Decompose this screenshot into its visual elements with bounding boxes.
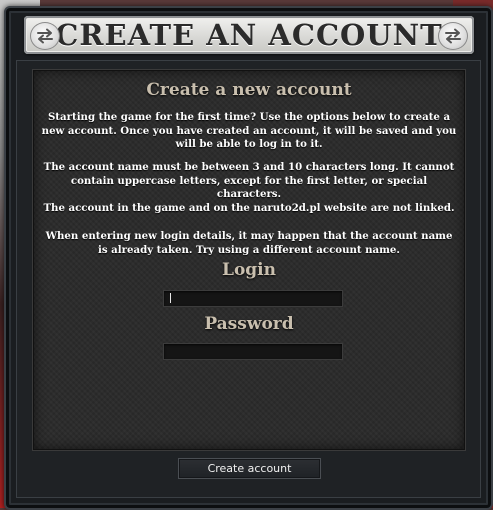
window-title: CREATE AN ACCOUNT — [55, 18, 443, 52]
login-input[interactable] — [163, 290, 343, 307]
create-account-button[interactable]: Create account — [178, 458, 321, 479]
info-paragraph-intro: Starting the game for the first time? Us… — [41, 111, 457, 151]
password-label: Password — [204, 314, 294, 334]
info-paragraph-taken: When entering new login details, it may … — [45, 230, 453, 256]
swap-arrows-icon — [30, 22, 60, 50]
title-plate: CREATE AN ACCOUNT — [24, 16, 474, 54]
login-label: Login — [222, 260, 276, 280]
form-panel: Create a new account Starting the game f… — [33, 70, 465, 450]
text-caret — [170, 293, 171, 303]
password-input[interactable] — [163, 343, 343, 360]
info-paragraph-website: The account in the game and on the narut… — [43, 202, 455, 214]
form-heading: Create a new account — [146, 80, 352, 100]
info-paragraph-rules: The account name must be between 3 and 1… — [43, 161, 455, 201]
swap-arrows-icon — [438, 22, 468, 50]
